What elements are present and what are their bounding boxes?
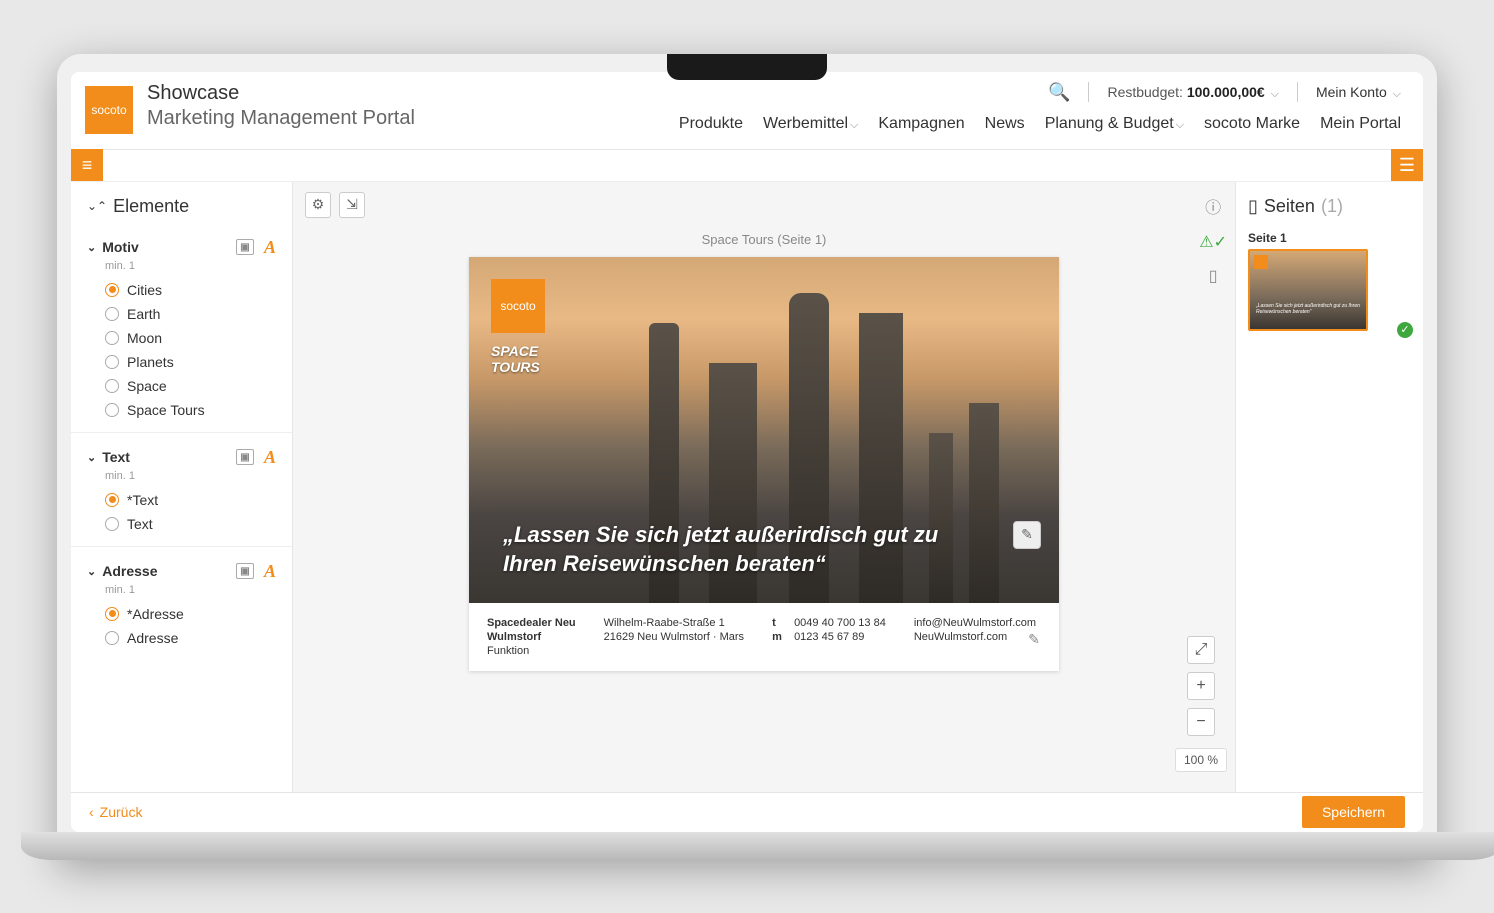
budget-value: 100.000,00€ — [1187, 84, 1265, 100]
image-icon[interactable]: ▣ — [236, 563, 254, 579]
footer-phone: t0049 40 700 13 84 m0123 45 67 89 — [772, 617, 886, 657]
motiv-cities[interactable]: Cities — [71, 278, 292, 302]
text-icon[interactable]: A — [264, 447, 276, 468]
chevron-down-icon: ⌵ — [1393, 88, 1401, 100]
chevron-down-icon: ⌵ — [850, 119, 858, 131]
section-text[interactable]: ⌄ Text ▣ A — [71, 439, 292, 470]
page-icon: ▯ — [1248, 196, 1258, 217]
edit-icon[interactable]: ✎ — [1023, 629, 1045, 651]
page-icon[interactable]: ▯ — [1209, 266, 1218, 286]
export-icon[interactable]: ⇲ — [339, 192, 365, 218]
budget-label: Restbudget: — [1107, 84, 1183, 100]
nav-produkte[interactable]: Produkte — [679, 115, 743, 133]
app-header: socoto Showcase Marketing Management Por… — [71, 72, 1423, 150]
hamburger-icon[interactable]: ≡ — [71, 149, 103, 181]
edit-icon[interactable]: ✎ — [1013, 521, 1041, 549]
zoom-in-button[interactable]: + — [1187, 672, 1215, 700]
radio-icon — [105, 493, 119, 507]
text-option-2[interactable]: Text — [71, 512, 292, 536]
app-subtitle: Marketing Management Portal — [147, 107, 415, 130]
chevron-down-icon: ⌄ — [87, 241, 96, 254]
save-button[interactable]: Speichern — [1302, 796, 1405, 828]
section-min: min. 1 — [71, 470, 292, 488]
radio-icon — [105, 517, 119, 531]
radio-icon — [105, 307, 119, 321]
preview-slogan: „Lassen Sie sich jetzt außerirdisch gut … — [503, 521, 979, 578]
main-nav: Produkte Werbemittel⌵ Kampagnen News Pla… — [679, 115, 1401, 143]
search-icon[interactable]: 🔍 — [1048, 82, 1070, 103]
elements-title[interactable]: ⌄⌃ Elemente — [71, 196, 292, 229]
footer-address: Wilhelm-Raabe-Straße 1 21629 Neu Wulmsto… — [604, 617, 744, 657]
zoom-out-button[interactable]: − — [1187, 708, 1215, 736]
section-min: min. 1 — [71, 584, 292, 602]
radio-icon — [105, 379, 119, 393]
nav-werbemittel[interactable]: Werbemittel⌵ — [763, 115, 858, 133]
canvas-page-label: Space Tours (Seite 1) — [293, 232, 1235, 247]
chevron-down-icon: ⌄ — [87, 451, 96, 464]
motiv-planets[interactable]: Planets — [71, 350, 292, 374]
preview-card[interactable]: socoto SPACE TOURS „Lassen Sie sich jetz… — [469, 257, 1059, 671]
page-thumbnail[interactable]: „Lassen Sie sich jetzt außerirdisch gut … — [1248, 249, 1368, 331]
zoom-level: 100 % — [1175, 748, 1227, 772]
section-adresse[interactable]: ⌄ Adresse ▣ A — [71, 553, 292, 584]
section-min: min. 1 — [71, 260, 292, 278]
brand-logo: socoto — [85, 86, 133, 134]
text-icon[interactable]: A — [264, 237, 276, 258]
check-icon: ✓ — [1397, 322, 1413, 338]
preview-brand: SPACE TOURS — [491, 343, 540, 377]
chevron-down-icon: ⌵ — [1271, 88, 1279, 100]
adresse-option-1[interactable]: *Adresse — [71, 602, 292, 626]
radio-icon — [105, 607, 119, 621]
back-button[interactable]: ‹ Zurück — [89, 804, 142, 820]
title-block: Showcase Marketing Management Portal — [147, 82, 415, 130]
elements-panel: ⌄⌃ Elemente ⌄ Motiv ▣ A min. 1 Cities Ea… — [71, 182, 293, 792]
fullscreen-icon[interactable]: ⤢ — [1187, 636, 1215, 664]
page-thumb-label: Seite 1 — [1248, 231, 1411, 245]
panel-toggle-icon[interactable]: ☰ — [1391, 149, 1423, 181]
info-icon[interactable]: ⓘ — [1205, 194, 1221, 218]
toolbar-strip: ≡ ☰ — [71, 150, 1423, 182]
chevron-left-icon: ‹ — [89, 804, 94, 820]
nav-marke[interactable]: socoto Marke — [1204, 115, 1300, 133]
motiv-space-tours[interactable]: Space Tours — [71, 398, 292, 422]
pages-panel: ▯ Seiten (1) Seite 1 „Lassen Sie sich je… — [1235, 182, 1423, 792]
chevron-down-icon: ⌵ — [1176, 119, 1184, 131]
preview-logo: socoto — [491, 279, 545, 333]
validate-icon[interactable]: ⚠✓ — [1199, 232, 1227, 252]
section-motiv[interactable]: ⌄ Motiv ▣ A — [71, 229, 292, 260]
radio-icon — [105, 283, 119, 297]
nav-kampagnen[interactable]: Kampagnen — [878, 115, 964, 133]
account-menu[interactable]: Mein Konto ⌵ — [1316, 84, 1401, 101]
nav-news[interactable]: News — [985, 115, 1025, 133]
pages-title: ▯ Seiten (1) — [1248, 196, 1411, 217]
radio-icon — [105, 355, 119, 369]
text-icon[interactable]: A — [264, 561, 276, 582]
canvas-area: ⚙ ⇲ Space Tours (Seite 1) socoto SPACE T… — [293, 182, 1235, 792]
motiv-earth[interactable]: Earth — [71, 302, 292, 326]
footer-dealer: Spacedealer Neu Wulmstorf Funktion — [487, 617, 576, 657]
nav-planung[interactable]: Planung & Budget⌵ — [1045, 115, 1184, 133]
settings-icon[interactable]: ⚙ — [305, 192, 331, 218]
image-icon[interactable]: ▣ — [236, 239, 254, 255]
preview-image: socoto SPACE TOURS „Lassen Sie sich jetz… — [469, 257, 1059, 603]
motiv-space[interactable]: Space — [71, 374, 292, 398]
app-title: Showcase — [147, 82, 415, 105]
budget-display[interactable]: Restbudget: 100.000,00€ ⌵ — [1107, 84, 1278, 101]
footer-bar: ‹ Zurück Speichern — [71, 792, 1423, 832]
chevron-down-icon: ⌄ — [87, 565, 96, 578]
adresse-option-2[interactable]: Adresse — [71, 626, 292, 650]
collapse-icon: ⌄⌃ — [87, 200, 107, 212]
text-option-1[interactable]: *Text — [71, 488, 292, 512]
radio-icon — [105, 331, 119, 345]
preview-footer: Spacedealer Neu Wulmstorf Funktion Wilhe… — [469, 603, 1059, 671]
footer-web: info@NeuWulmstorf.com NeuWulmstorf.com — [914, 617, 1036, 657]
image-icon[interactable]: ▣ — [236, 449, 254, 465]
radio-icon — [105, 403, 119, 417]
motiv-moon[interactable]: Moon — [71, 326, 292, 350]
radio-icon — [105, 631, 119, 645]
nav-mein-portal[interactable]: Mein Portal — [1320, 115, 1401, 133]
